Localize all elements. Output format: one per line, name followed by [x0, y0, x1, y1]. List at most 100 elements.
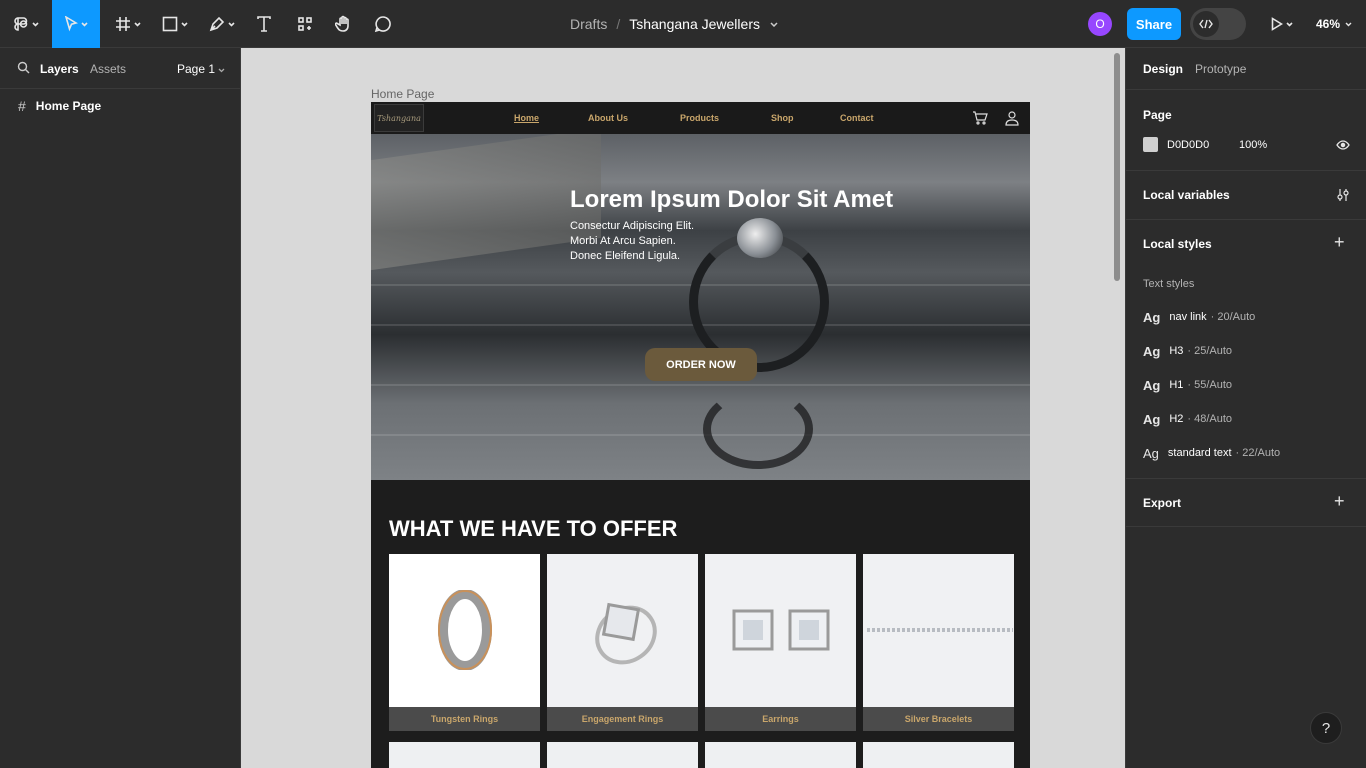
page-selector-label: Page 1 [177, 62, 216, 76]
canvas-scrollbar[interactable] [1114, 53, 1120, 281]
main-menu-button[interactable] [6, 0, 46, 48]
code-icon [1199, 19, 1213, 29]
text-style-row[interactable]: Ag H2 · 48/Auto [1143, 411, 1232, 427]
left-panel-tabs: Layers Assets Page 1 [0, 48, 240, 89]
text-style-row[interactable]: Ag H3 · 25/Auto [1143, 343, 1232, 359]
nav-link-shop[interactable]: Shop [771, 113, 794, 123]
help-button[interactable]: ? [1310, 712, 1342, 744]
tab-layers[interactable]: Layers [40, 62, 79, 76]
chevron-down-icon[interactable] [770, 21, 778, 27]
variables-settings-icon[interactable] [1336, 188, 1350, 202]
eye-icon[interactable] [1336, 140, 1350, 150]
product-label: Silver Bracelets [863, 707, 1014, 731]
water-ripple [371, 434, 1030, 436]
tab-assets[interactable]: Assets [90, 62, 126, 76]
text-style-row[interactable]: Ag H1 · 55/Auto [1143, 377, 1232, 393]
product-image [863, 554, 1014, 705]
canvas[interactable]: Home Page Tshangana Home About Us Produc… [241, 48, 1125, 768]
product-image [705, 554, 856, 705]
text-style-name: H1 [1169, 379, 1184, 391]
product-card-row2[interactable] [547, 742, 698, 768]
chevron-down-icon [1345, 22, 1352, 26]
product-card-row2[interactable] [705, 742, 856, 768]
tab-design[interactable]: Design [1143, 62, 1183, 76]
product-card-row2[interactable] [389, 742, 540, 768]
product-card-earrings[interactable]: Earrings [705, 554, 856, 731]
layer-row-home-page[interactable]: # Home Page [0, 96, 240, 116]
hero-title: Lorem Ipsum Dolor Sit Amet [570, 186, 894, 213]
dev-mode-knob [1193, 11, 1219, 37]
product-label: Earrings [705, 707, 856, 731]
product-card-engagement-rings[interactable]: Engagement Rings [547, 554, 698, 731]
components-icon [298, 17, 312, 31]
product-label: Engagement Rings [547, 707, 698, 731]
text-style-name: nav link [1169, 311, 1207, 323]
share-button[interactable]: Share [1127, 8, 1181, 40]
cart-icon[interactable] [972, 111, 988, 125]
product-card-tungsten-rings[interactable]: Tungsten Rings [389, 554, 540, 731]
order-now-button[interactable]: ORDER NOW [645, 348, 757, 381]
text-style-glyph: Ag [1143, 411, 1161, 427]
pen-icon [209, 16, 225, 32]
page-section: Page [1126, 89, 1366, 170]
layer-label: Home Page [35, 99, 102, 113]
present-button[interactable] [1262, 0, 1302, 48]
frame-tool-button[interactable] [108, 0, 148, 48]
text-style-size: · 25/Auto [1187, 345, 1233, 357]
home-page-frame[interactable]: Tshangana Home About Us Products Shop Co… [371, 102, 1030, 768]
page-selector[interactable]: Page 1 [177, 62, 225, 76]
user-avatar[interactable]: O [1088, 12, 1112, 36]
hand-tool-button[interactable] [328, 0, 360, 48]
add-export-icon[interactable]: + [1334, 491, 1345, 512]
text-style-name: H3 [1169, 345, 1184, 357]
text-style-size: · 22/Auto [1235, 447, 1281, 459]
hero-subtitle-line: Morbi At Arcu Sapien. [570, 235, 676, 247]
nav-link-contact[interactable]: Contact [840, 113, 874, 123]
text-tool-button[interactable] [248, 0, 280, 48]
text-style-row[interactable]: Ag nav link · 20/Auto [1143, 309, 1255, 325]
earrings-image [732, 609, 829, 650]
search-icon[interactable] [17, 61, 30, 74]
shape-tool-button[interactable] [155, 0, 195, 48]
nav-link-home[interactable]: Home [514, 113, 539, 123]
ring-diamond [737, 218, 783, 258]
zoom-level: 46% [1316, 17, 1341, 31]
local-styles-section: Local styles + Text styles Ag nav link · 2… [1126, 219, 1366, 478]
pen-tool-button[interactable] [202, 0, 242, 48]
chevron-down-icon [181, 21, 188, 27]
chevron-down-icon [32, 21, 39, 27]
zoom-menu[interactable]: 46% [1316, 0, 1352, 48]
tab-prototype[interactable]: Prototype [1195, 62, 1246, 76]
dev-mode-toggle[interactable] [1190, 8, 1246, 40]
breadcrumb-separator: / [616, 16, 621, 32]
nav-link-about[interactable]: About Us [588, 113, 628, 123]
product-image [547, 554, 698, 705]
text-style-name: standard text [1167, 447, 1232, 459]
page-heading: Page [1143, 108, 1172, 122]
move-tool-button[interactable] [52, 0, 100, 48]
product-card-row2[interactable] [863, 742, 1014, 768]
page-color-value[interactable]: D0D0D0 [1167, 139, 1209, 151]
export-heading: Export [1143, 496, 1182, 510]
figma-logo-icon [14, 17, 28, 31]
product-label: Tungsten Rings [389, 707, 540, 731]
text-style-glyph: Ag [1143, 377, 1161, 393]
text-style-row[interactable]: Ag standard text · 22/Auto [1143, 445, 1280, 461]
user-icon[interactable] [1005, 110, 1021, 126]
local-variables-heading: Local variables [1143, 188, 1230, 202]
hero-subtitle-line: Consectur Adipiscing Elit. [570, 220, 695, 232]
hero-background-wall [371, 134, 601, 271]
hero-subtitle: Consectur Adipiscing Elit. Morbi At Arcu… [570, 219, 694, 264]
product-card-silver-bracelets[interactable]: Silver Bracelets [863, 554, 1014, 731]
chevron-down-icon [134, 21, 141, 27]
frame-label[interactable]: Home Page [371, 87, 434, 101]
comment-tool-button[interactable] [367, 0, 399, 48]
breadcrumb-drafts[interactable]: Drafts [570, 16, 607, 32]
resources-button[interactable] [289, 0, 321, 48]
file-name[interactable]: Tshangana Jewellers [629, 16, 760, 32]
add-style-icon[interactable]: + [1334, 232, 1345, 253]
page-color-swatch[interactable] [1143, 137, 1158, 152]
nav-link-products[interactable]: Products [680, 113, 719, 123]
page-opacity-value[interactable]: 100% [1239, 139, 1267, 151]
design-panel: Design Prototype Page D0D0D0 100% Local … [1125, 48, 1366, 768]
